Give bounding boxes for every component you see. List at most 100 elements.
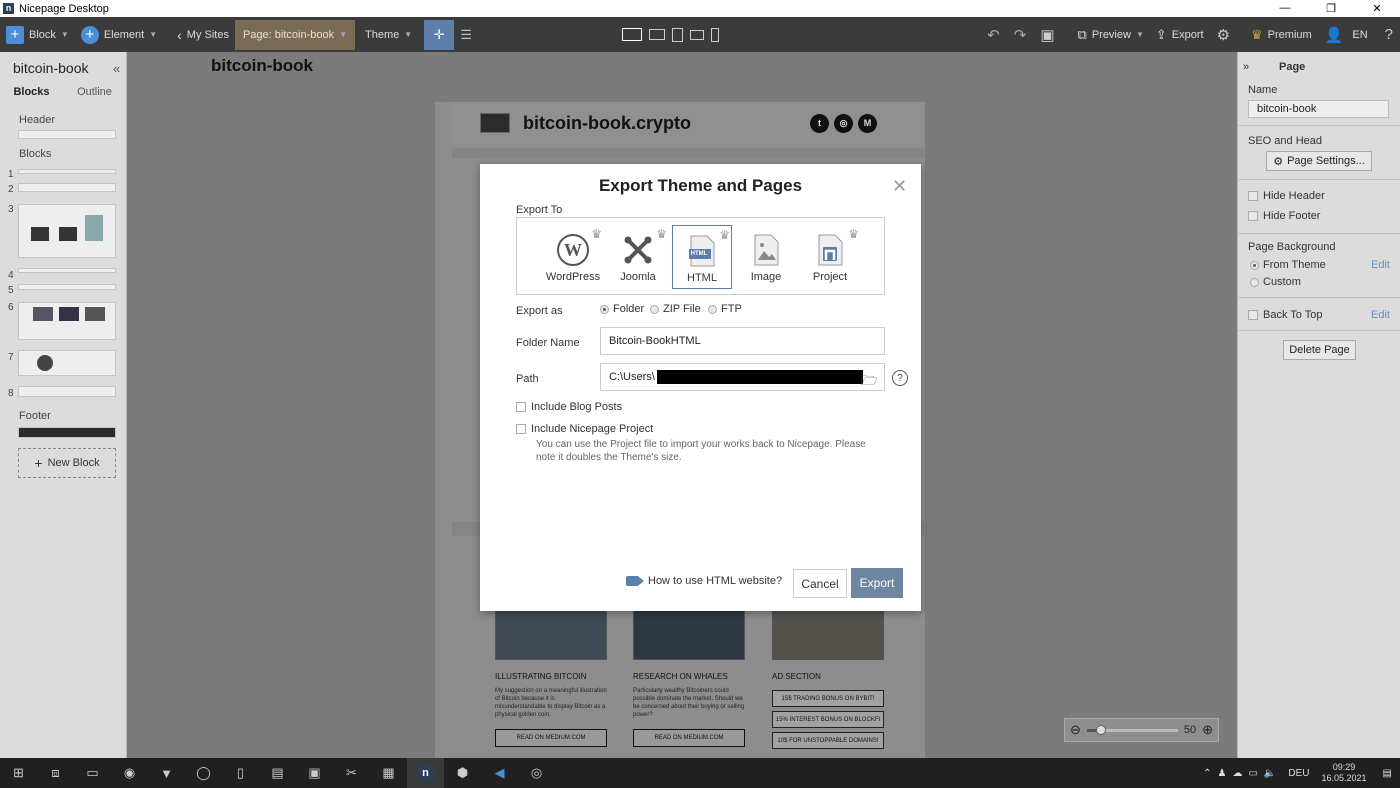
block-thumbnail[interactable] xyxy=(18,183,116,192)
desktop-view-button[interactable] xyxy=(622,28,642,41)
tab-outline[interactable]: Outline xyxy=(63,86,126,98)
brave-icon[interactable]: ▼ xyxy=(148,758,185,788)
preview-button[interactable]: ⧉ Preview ▼ xyxy=(1072,17,1150,52)
close-icon[interactable]: ✕ xyxy=(892,177,907,195)
phone-view-button[interactable] xyxy=(711,27,719,42)
keyboard-language[interactable]: DEU xyxy=(1288,768,1309,779)
export-as-ftp-option[interactable]: FTP xyxy=(708,303,742,315)
tablet-landscape-view-button[interactable] xyxy=(690,29,704,40)
redo-icon[interactable]: ↷ xyxy=(1007,26,1034,44)
language-selector[interactable]: EN xyxy=(1350,29,1377,41)
user-icon[interactable]: 👤 xyxy=(1318,26,1351,44)
block-thumbnail[interactable] xyxy=(18,302,116,340)
nicepage-taskbar-icon[interactable]: n xyxy=(407,758,444,788)
include-blog-posts-option[interactable]: Include Blog Posts xyxy=(516,401,622,413)
background-edit-link[interactable]: Edit xyxy=(1371,259,1390,271)
undo-icon[interactable]: ↶ xyxy=(980,26,1007,44)
export-as-folder-option[interactable]: Folder xyxy=(600,303,644,315)
export-target-image[interactable]: Image xyxy=(736,225,796,289)
include-project-option[interactable]: Include Nicepage Project xyxy=(516,423,653,435)
export-button[interactable]: Export xyxy=(851,568,903,598)
network-icon[interactable]: ▭ xyxy=(1248,768,1257,779)
help-icon[interactable]: ? xyxy=(1378,26,1400,43)
notifications-icon[interactable]: ▤ xyxy=(1383,768,1392,779)
site-block[interactable] xyxy=(452,148,925,158)
block-thumbnail[interactable] xyxy=(18,268,116,273)
path-input[interactable]: C:\Users\ 🗁 xyxy=(600,363,885,391)
back-to-top-checkbox[interactable] xyxy=(1248,310,1258,320)
snipping-tool-icon[interactable]: ✂ xyxy=(333,758,370,788)
include-blog-posts-checkbox[interactable] xyxy=(516,402,526,412)
question-icon[interactable]: ? xyxy=(892,370,908,386)
tray-overflow-icon[interactable]: ⌃ xyxy=(1203,768,1211,779)
layers-button[interactable]: ☰ xyxy=(454,17,478,52)
block-thumbnail[interactable] xyxy=(18,204,116,258)
obs-icon[interactable]: ◎ xyxy=(518,758,555,788)
cancel-button[interactable]: Cancel xyxy=(793,569,847,598)
windows-start-icon[interactable]: ⊞ xyxy=(0,758,37,788)
add-block-button[interactable]: + Block ▼ xyxy=(0,17,75,52)
from-theme-option[interactable]: From Theme xyxy=(1250,259,1326,271)
card-read-button[interactable]: READ ON MEDIUM.COM xyxy=(633,729,745,747)
vscode-icon[interactable]: ◀ xyxy=(481,758,518,788)
from-theme-radio[interactable] xyxy=(1250,260,1259,270)
export-target-joomla[interactable]: ♛ Joomla xyxy=(608,225,668,289)
export-target-wordpress[interactable]: ♛ W WordPress xyxy=(543,225,603,289)
instagram-icon[interactable]: ◎ xyxy=(834,113,853,133)
zoom-out-icon[interactable]: ⊖ xyxy=(1070,722,1081,738)
folder-radio[interactable] xyxy=(600,304,609,314)
laptop-view-button[interactable] xyxy=(649,29,665,40)
minimize-button[interactable]: — xyxy=(1262,2,1308,15)
ad-button[interactable]: 15$ TRADING BONUS ON BYBIT! xyxy=(772,690,884,707)
folder-open-icon[interactable]: 🗁 xyxy=(861,370,878,394)
document-icon[interactable]: ▯ xyxy=(222,758,259,788)
twitter-icon[interactable]: t xyxy=(810,113,829,133)
cloud-icon[interactable]: ☁ xyxy=(1232,768,1242,779)
volume-icon[interactable]: 🔈 xyxy=(1264,768,1276,779)
pycharm-icon[interactable]: ▣ xyxy=(296,758,333,788)
file-explorer-icon[interactable]: ▭ xyxy=(74,758,111,788)
collapse-left-icon[interactable]: « xyxy=(113,61,120,76)
export-target-project[interactable]: ♛ Project xyxy=(800,225,860,289)
ftp-radio[interactable] xyxy=(708,304,717,314)
theme-menu[interactable]: Theme ▼ xyxy=(359,17,418,52)
task-view-icon[interactable]: ⧈ xyxy=(37,758,74,788)
qr-app-icon[interactable]: ▦ xyxy=(370,758,407,788)
zoom-slider-handle[interactable] xyxy=(1095,724,1106,735)
page-name-input[interactable]: bitcoin-book xyxy=(1248,100,1389,118)
page-settings-button[interactable]: ⚙ Page Settings... xyxy=(1266,151,1372,171)
site-header[interactable]: bitcoin-book.crypto t ◎ M xyxy=(452,102,925,144)
hide-header-checkbox[interactable] xyxy=(1248,191,1258,201)
block-thumbnail[interactable] xyxy=(18,350,116,376)
block-thumbnail[interactable] xyxy=(18,386,116,397)
block-thumbnail[interactable] xyxy=(18,284,116,290)
zoom-in-icon[interactable]: ⊕ xyxy=(1202,722,1213,738)
page-selector[interactable]: Page: bitcoin-book ▼ xyxy=(234,19,356,50)
gear-icon[interactable]: ⚙ xyxy=(1210,26,1237,44)
export-target-html[interactable]: ♛ HTML HTML xyxy=(672,225,732,289)
include-project-checkbox[interactable] xyxy=(516,424,526,434)
block-thumbnail[interactable] xyxy=(18,169,116,174)
clock[interactable]: 09:29 16.05.2021 xyxy=(1322,762,1367,784)
save-icon[interactable]: ▣ xyxy=(1033,26,1061,44)
select-tool-button[interactable]: ✛ xyxy=(424,19,455,50)
tray-app-icon[interactable]: ♟ xyxy=(1218,768,1227,779)
back-to-top-option[interactable]: Back To Top xyxy=(1248,309,1323,321)
tablet-view-button[interactable] xyxy=(672,27,683,42)
how-to-link[interactable]: How to use HTML website? xyxy=(626,575,782,587)
export-toolbar-button[interactable]: ⇪ Export xyxy=(1150,17,1210,52)
expand-right-icon[interactable]: » xyxy=(1243,61,1249,73)
hide-header-option[interactable]: Hide Header xyxy=(1248,190,1325,202)
custom-radio[interactable] xyxy=(1250,277,1259,287)
my-sites-button[interactable]: ‹ My Sites xyxy=(171,17,235,52)
tab-blocks[interactable]: Blocks xyxy=(0,86,63,98)
cube-app-icon[interactable]: ⬢ xyxy=(444,758,481,788)
header-thumbnail[interactable] xyxy=(18,130,116,139)
zip-radio[interactable] xyxy=(650,304,659,314)
premium-button[interactable]: ♛ Premium xyxy=(1245,17,1318,52)
folder-name-input[interactable]: Bitcoin-BookHTML xyxy=(600,327,885,355)
ad-button[interactable]: 10$ FOR UNSTOPPABLE DOMAINS! xyxy=(772,732,884,749)
new-block-button[interactable]: + New Block xyxy=(18,448,116,478)
chrome-icon[interactable]: ◉ xyxy=(111,758,148,788)
restore-button[interactable]: ❐ xyxy=(1308,2,1354,15)
